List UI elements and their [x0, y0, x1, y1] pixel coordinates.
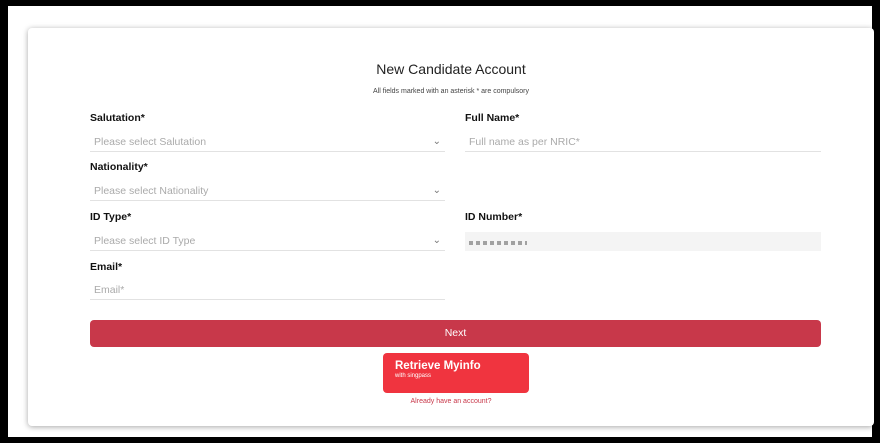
- nationality-select[interactable]: Please select Nationality ⌄: [90, 181, 445, 201]
- singpass-sublabel: with singpass: [395, 373, 432, 379]
- signup-card: New Candidate Account All fields marked …: [28, 28, 874, 426]
- email-placeholder: Email*: [94, 284, 125, 296]
- screenshot-frame: New Candidate Account All fields marked …: [0, 0, 880, 443]
- full-name-label: Full Name*: [465, 112, 520, 124]
- next-button[interactable]: Next: [90, 320, 821, 347]
- nationality-placeholder: Please select Nationality: [94, 185, 209, 197]
- retrieve-myinfo-button[interactable]: Retrieve Myinfo with singpass: [383, 353, 529, 393]
- id-number-redacted-value: [469, 241, 527, 245]
- chevron-down-icon: ⌄: [432, 185, 441, 196]
- id-number-input[interactable]: [465, 232, 821, 251]
- email-input[interactable]: Email*: [90, 280, 445, 300]
- nationality-label: Nationality*: [90, 161, 148, 173]
- id-type-select[interactable]: Please select ID Type ⌄: [90, 231, 445, 251]
- email-label: Email*: [90, 261, 123, 273]
- chevron-down-icon: ⌄: [432, 136, 441, 147]
- id-number-label: ID Number*: [465, 211, 523, 223]
- salutation-select[interactable]: Please select Salutation ⌄: [90, 132, 445, 152]
- salutation-label: Salutation*: [90, 112, 145, 124]
- compulsory-note: All fields marked with an asterisk * are…: [372, 88, 529, 95]
- id-type-placeholder: Please select ID Type: [94, 235, 196, 247]
- id-type-label: ID Type*: [90, 211, 132, 223]
- page-title: New Candidate Account: [376, 61, 526, 77]
- full-name-input[interactable]: Full name as per NRIC*: [465, 132, 821, 152]
- salutation-placeholder: Please select Salutation: [94, 136, 207, 148]
- login-link[interactable]: Already have an account?: [28, 398, 874, 405]
- full-name-placeholder: Full name as per NRIC*: [469, 136, 580, 148]
- myinfo-button-label: Retrieve Myinfo: [395, 360, 481, 372]
- chevron-down-icon: ⌄: [432, 235, 441, 246]
